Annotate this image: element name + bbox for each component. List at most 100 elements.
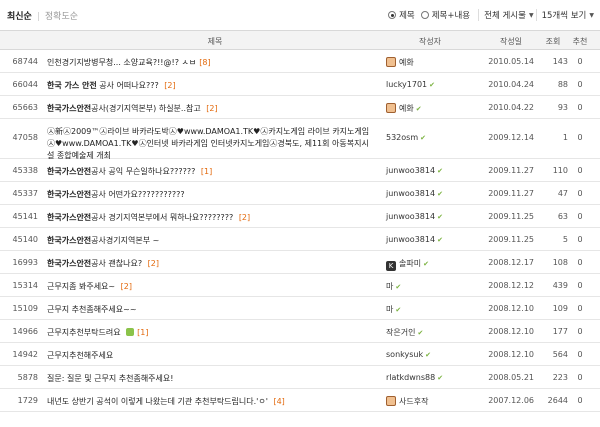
post-author[interactable]: rlatkdwns88 ✔	[386, 373, 476, 382]
per-page-label: 15개씩 보기	[541, 11, 587, 21]
table-row: 5878 질문: 질문 및 근무지 추천좀해주세요! rlatkdwns88 ✔ 200…	[0, 366, 600, 389]
post-title-highlight: 한국가스안전	[47, 190, 92, 199]
post-number: 15314	[12, 281, 38, 290]
post-title-link[interactable]: 근무지 추천좀해주세요~~	[47, 304, 372, 315]
post-title-text: 근무지추천해주세요	[47, 351, 114, 360]
post-number: 45338	[12, 166, 38, 175]
author-name: 532osm	[386, 133, 419, 142]
radio-title-label: 제목	[399, 11, 415, 21]
author-name: 예화	[399, 104, 414, 113]
post-title-link[interactable]: 인천경기지방병무청... 소양교육?!!@!? ㅅㅂ [8]	[47, 57, 372, 68]
post-title-text: 내년도 상반기 공석이 이렇게 나왔는데 기관 추천부탁드립니다.'ㅇ'	[47, 397, 271, 406]
radio-empty-icon	[420, 11, 429, 19]
post-author[interactable]: junwoo3814 ✔	[386, 166, 476, 175]
comment-count[interactable]: [8]	[199, 58, 210, 67]
post-title-link[interactable]: 한국가스안전공사 어떤가요???????????	[47, 189, 372, 200]
post-number: 68744	[12, 57, 38, 66]
post-recommend: 0	[577, 57, 583, 66]
post-title-text: 근무지 추천좀해주세요~~	[47, 305, 137, 314]
col-title: 제목	[207, 37, 223, 46]
post-number: 65663	[12, 103, 38, 112]
post-date: 2010.05.14	[488, 57, 534, 66]
post-title-link[interactable]: 근무지추천해주세요	[47, 350, 372, 361]
comment-count[interactable]: [2]	[206, 104, 217, 113]
level-icon: ✔	[417, 329, 424, 337]
chevron-down-icon: ▼	[528, 11, 534, 19]
post-title-link[interactable]: 한국가스안전공사 괜찮나요? [2]	[47, 258, 372, 269]
table-row: 14966 근무지추천부탁드려요 [1] 작은거인 ✔ 2008.12.10 177 0	[0, 320, 600, 343]
author-name: junwoo3814	[386, 235, 436, 244]
post-author[interactable]: 예화 ✔	[386, 103, 476, 114]
post-recommend: 0	[577, 350, 583, 359]
comment-count[interactable]: [1]	[201, 167, 212, 176]
post-author[interactable]: K 솔파미 ✔	[386, 258, 476, 271]
radio-title[interactable]: 제목	[388, 9, 415, 21]
post-title-highlight: 한국가스안전	[47, 213, 92, 222]
post-number: 45140	[12, 235, 38, 244]
sort-latest[interactable]: 최신순	[7, 12, 32, 22]
level-icon: ✔	[437, 190, 443, 198]
author-name: 마	[386, 305, 394, 314]
post-title-link[interactable]: 한국가스안전공사 공익 무슨일하나요?????? [1]	[47, 166, 372, 177]
comment-count[interactable]: [2]	[121, 282, 132, 291]
table-row: 1729 내년도 상반기 공석이 이렇게 나왔는데 기관 추천부탁드립니다.'ㅇ'…	[0, 389, 600, 412]
post-author[interactable]: 작은거인 ✔	[386, 327, 476, 338]
post-author[interactable]: 마 ✔	[386, 304, 476, 315]
search-filters: 제목 제목+내용 전체 게시물 ▼ 15개씩 보기 ▼	[388, 9, 594, 21]
level-icon: ✔	[395, 306, 402, 314]
table-row: 45141 한국가스안전공사 경기지역본부에서 뭐하나요???????? [2] j…	[0, 205, 600, 228]
per-page-select[interactable]: 15개씩 보기 ▼	[535, 9, 594, 21]
post-author[interactable]: 예화	[386, 57, 476, 68]
post-title-text: 공사 어떤가요???????????	[91, 190, 185, 199]
list-toolbar: 최신순 | 정확도순 제목 제목+내용 전체 게시물 ▼ 15개씩 보기 ▼	[0, 0, 600, 30]
post-title-highlight: 한국가스안전	[47, 259, 92, 268]
comment-count[interactable]: [1]	[137, 328, 148, 337]
post-title-link[interactable]: ㉦新㉦2009™㉦라이브 바카라도박㉦♥www.DAMOA1.TK♥㉦카지노게임…	[47, 126, 372, 162]
post-views: 223	[552, 373, 568, 382]
author-name: junwoo3814	[386, 212, 436, 221]
post-author[interactable]: 사드후작	[386, 396, 476, 407]
board-select[interactable]: 전체 게시물 ▼	[478, 9, 534, 21]
comment-count[interactable]: [2]	[239, 213, 250, 222]
post-title-link[interactable]: 한국가스안전공사(경기지역본부) 하실분..참고 [2]	[47, 103, 372, 114]
post-recommend: 0	[577, 80, 583, 89]
author-name: junwoo3814	[386, 189, 436, 198]
post-author[interactable]: junwoo3814 ✔	[386, 235, 476, 244]
post-recommend: 0	[577, 235, 583, 244]
comment-count[interactable]: [2]	[148, 259, 159, 268]
sort-accuracy[interactable]: 정확도순	[45, 12, 78, 22]
post-author[interactable]: 532osm ✔	[386, 133, 476, 142]
comment-count[interactable]: [2]	[164, 81, 175, 90]
table-row: 45337 한국가스안전공사 어떤가요??????????? junwoo3814 ✔…	[0, 182, 600, 205]
avatar-icon	[386, 57, 396, 67]
post-author[interactable]: 마 ✔	[386, 281, 476, 292]
table-row: 47058 ㉦新㉦2009™㉦라이브 바카라도박㉦♥www.DAMOA1.TK♥㉦…	[0, 119, 600, 162]
post-title-link[interactable]: 내년도 상반기 공석이 이렇게 나왔는데 기관 추천부탁드립니다.'ㅇ' [4]	[47, 396, 372, 407]
post-title-highlight: 한국가스안전	[47, 167, 92, 176]
post-author[interactable]: sonkysuk ✔	[386, 350, 476, 359]
post-date: 2008.12.12	[488, 281, 534, 290]
post-title-link[interactable]: 질문: 질문 및 근무지 추천좀해주세요!	[47, 373, 372, 384]
post-title-text: 인천경기지방병무청... 소양교육?!!@!? ㅅㅂ	[47, 58, 197, 67]
post-views: 2644	[547, 396, 568, 405]
post-views: 47	[557, 189, 568, 198]
author-name: 사드후작	[399, 397, 429, 406]
post-title-link[interactable]: 한국가스안전공사 경기지역본부에서 뭐하나요???????? [2]	[47, 212, 372, 223]
avatar-icon	[386, 396, 396, 406]
post-title-text: 공사 어떠나요???	[96, 81, 162, 90]
level-icon: ✔	[423, 260, 429, 268]
post-date: 2007.12.06	[488, 396, 534, 405]
comment-count[interactable]: [4]	[273, 397, 284, 406]
col-rec: 추천	[572, 37, 588, 46]
post-author[interactable]: junwoo3814 ✔	[386, 212, 476, 221]
post-title-link[interactable]: 한국가스안전공사경기지역본부 ~	[47, 235, 372, 246]
post-title-link[interactable]: 한국 가스 안전 공사 어떠나요??? [2]	[47, 80, 372, 91]
author-name: lucky1701	[386, 80, 428, 89]
post-author[interactable]: junwoo3814 ✔	[386, 189, 476, 198]
post-title-link[interactable]: 근무지좀 봐주세요~ [2]	[47, 281, 372, 292]
radio-title-content[interactable]: 제목+내용	[420, 9, 470, 21]
post-title-link[interactable]: 근무지추천부탁드려요 [1]	[47, 327, 372, 338]
post-recommend: 0	[577, 258, 583, 267]
post-author[interactable]: lucky1701 ✔	[386, 80, 476, 89]
col-author: 작성자	[418, 37, 442, 46]
